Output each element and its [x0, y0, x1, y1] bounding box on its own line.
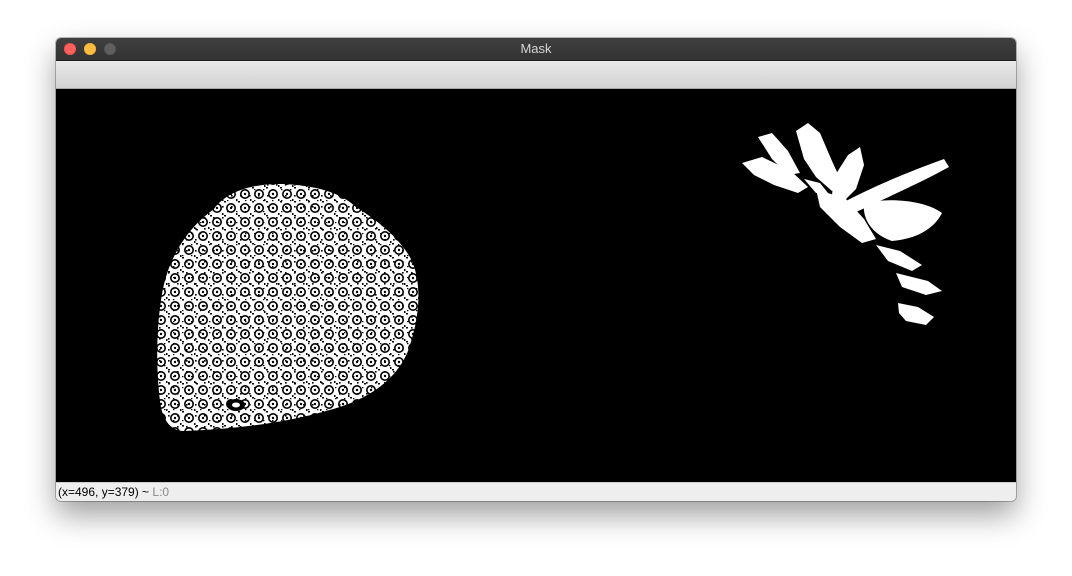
toolbar: [56, 61, 1016, 89]
leaves-mask: [742, 123, 949, 325]
strawberry-mask: [157, 184, 419, 431]
mask-image: [157, 123, 949, 431]
image-canvas[interactable]: [56, 89, 1016, 482]
status-bar: (x=496, y=379) ~ L:0: [56, 482, 1016, 501]
window-title: Mask: [520, 41, 552, 56]
cursor-coordinates: (x=496, y=379) ~: [58, 485, 150, 499]
title-bar[interactable]: Mask: [56, 38, 1016, 61]
level-indicator: L:0: [152, 485, 170, 499]
mask-window: Mask (x=496, y=379) ~ L:0: [56, 38, 1016, 501]
